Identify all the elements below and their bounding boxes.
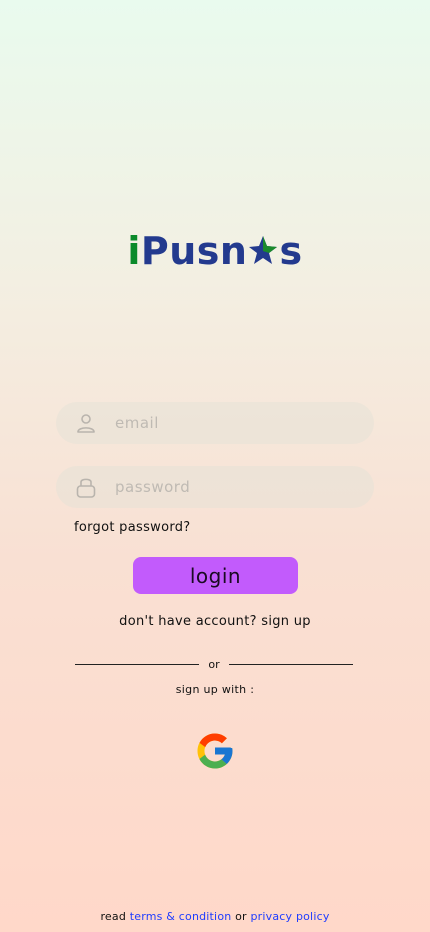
signup-prompt-text: don't have account? xyxy=(119,614,257,629)
lock-icon xyxy=(74,475,98,499)
divider-line-right xyxy=(228,663,354,665)
email-field-container xyxy=(56,402,374,444)
star-logo-icon xyxy=(249,236,278,264)
password-input[interactable] xyxy=(113,477,347,497)
logo-text-s: s xyxy=(279,229,303,273)
logo-text-pusn: Pusn xyxy=(140,229,248,273)
login-button[interactable]: login xyxy=(133,557,298,594)
terms-link[interactable]: terms & condition xyxy=(130,910,232,923)
divider-or-text: or xyxy=(208,657,220,671)
email-input[interactable] xyxy=(113,413,347,433)
app-logo: i Pusn s xyxy=(0,232,430,270)
forgot-password-link[interactable]: forgot password? xyxy=(74,520,191,535)
google-icon xyxy=(197,733,233,769)
logo-text-i: i xyxy=(127,229,141,273)
divider-line-left xyxy=(75,663,200,665)
footer-or-text: or xyxy=(235,910,247,923)
signup-link[interactable]: sign up xyxy=(261,614,311,629)
legal-footer: read terms & condition or privacy policy xyxy=(0,910,430,923)
google-signin-button[interactable] xyxy=(194,730,236,772)
signup-with-label: sign up with : xyxy=(175,683,255,696)
privacy-link[interactable]: privacy policy xyxy=(250,910,329,923)
user-icon xyxy=(74,411,98,435)
signup-prompt: don't have account? sign up xyxy=(0,614,430,629)
or-divider: or xyxy=(75,655,354,673)
footer-read-text: read xyxy=(100,910,127,923)
password-field-container xyxy=(56,466,374,508)
